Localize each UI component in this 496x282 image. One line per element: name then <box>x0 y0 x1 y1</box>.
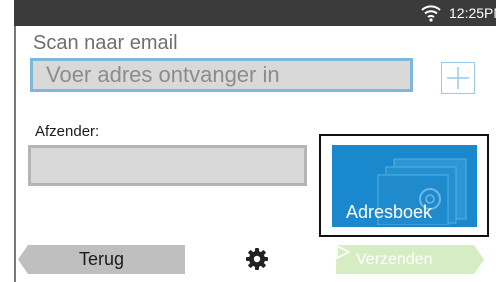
plus-icon <box>447 67 469 89</box>
wifi-icon <box>421 5 441 22</box>
sender-field[interactable] <box>28 145 307 186</box>
add-recipient-button[interactable] <box>441 62 475 94</box>
back-button-label: Terug <box>78 249 125 269</box>
send-button[interactable]: Verzenden <box>336 245 484 274</box>
sender-label: Afzender: <box>35 123 100 140</box>
left-edge-rail <box>14 26 16 282</box>
back-button[interactable]: Terug <box>18 245 185 274</box>
send-button-label: Verzenden <box>356 251 433 268</box>
gear-icon[interactable] <box>245 247 269 271</box>
address-book-label: Adresboek <box>346 202 433 222</box>
status-bar: 12:25PM <box>14 0 496 26</box>
clock-time: 12:25PM <box>449 5 496 21</box>
recipient-address-input[interactable] <box>30 58 413 92</box>
address-book-button[interactable]: Adresboek <box>332 145 477 227</box>
triangle-right-icon <box>336 245 350 259</box>
screen-title: Scan naar email <box>33 32 178 54</box>
